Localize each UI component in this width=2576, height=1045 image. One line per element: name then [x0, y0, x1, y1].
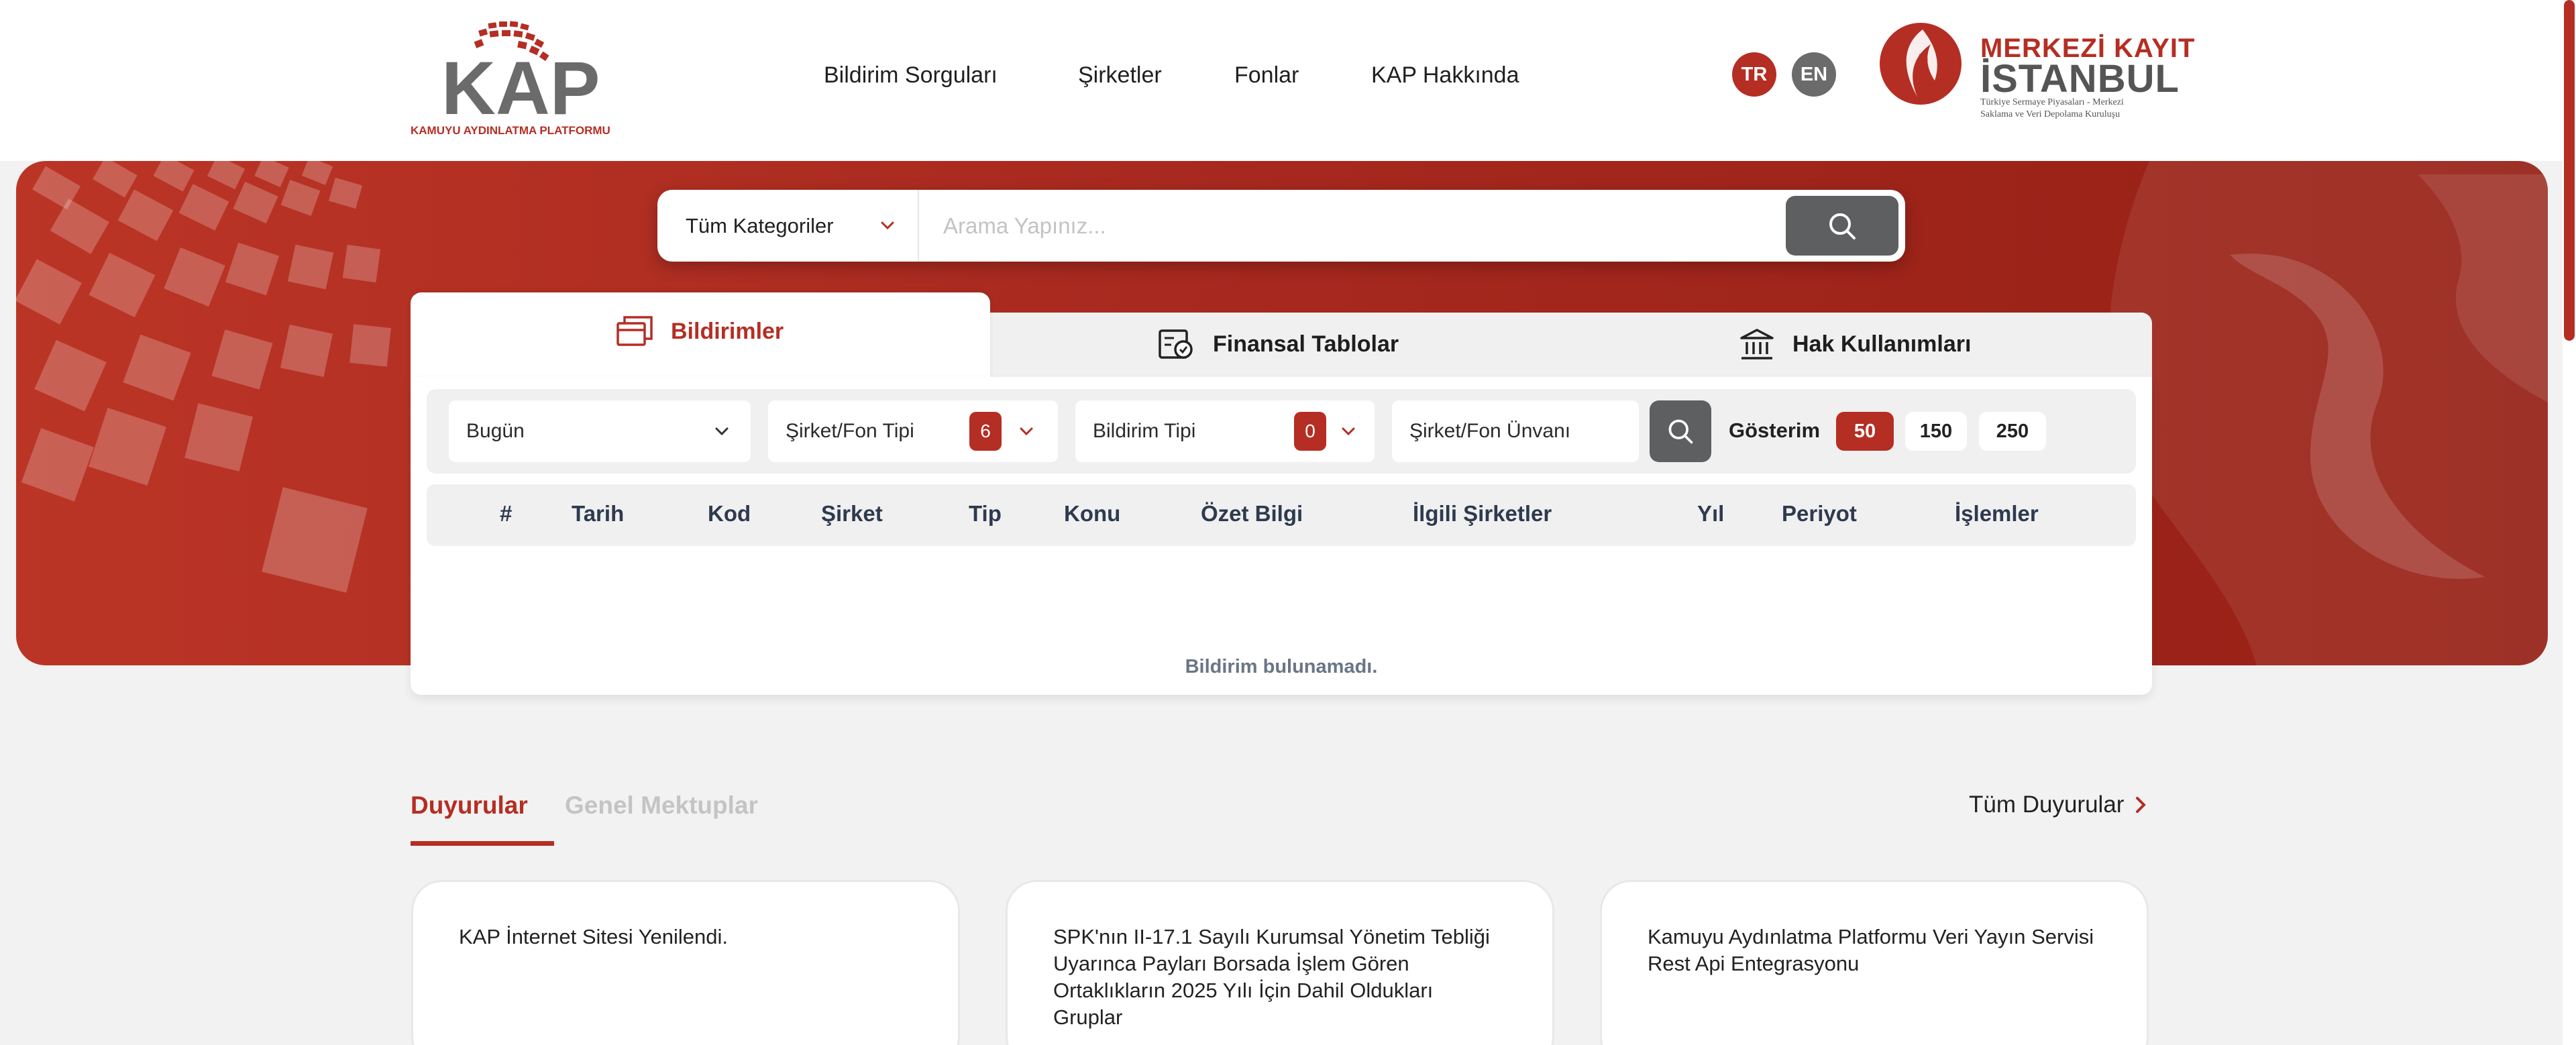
company-search-button[interactable] — [1650, 400, 1711, 462]
col-tarih[interactable]: Tarih — [572, 501, 624, 527]
mkk-line4: Saklama ve Veri Depolama Kuruluşu — [1980, 109, 2121, 119]
tab-finansal-tablolar-label: Finansal Tablolar — [1213, 331, 1399, 357]
date-filter-value: Bugün — [466, 420, 525, 442]
tab-bildirimler[interactable]: Bildirimler — [616, 315, 784, 347]
company-name-placeholder: Şirket/Fon Ünvanı — [1409, 420, 1571, 442]
page-size-50[interactable]: 50 — [1836, 412, 1894, 451]
nav-bildirim-sorgulari[interactable]: Bildirim Sorguları — [824, 56, 998, 94]
kap-logo[interactable]: KAP KAMUYU AYDINLATMA PLATFORMU — [409, 20, 614, 138]
search-icon — [1668, 419, 1693, 444]
tab-bildirimler-label: Bildirimler — [671, 318, 784, 344]
all-announcements-label: Tüm Duyurular — [1969, 791, 2125, 818]
company-type-count-badge: 6 — [969, 412, 1002, 451]
global-search-bar: Tüm Kategoriler — [657, 190, 1905, 262]
mkk-istanbul-logo[interactable]: MERKEZİ KAYIT İSTANBUL Türkiye Sermaye P… — [1878, 21, 2194, 129]
col-tip[interactable]: Tip — [969, 501, 1002, 527]
category-select-value: Tüm Kategoriler — [686, 213, 834, 237]
announcement-card[interactable]: SPK'nın II-17.1 Sayılı Kurumsal Yönetim … — [1006, 880, 1554, 1045]
nav-fonlar[interactable]: Fonlar — [1234, 56, 1299, 94]
announcement-card[interactable]: Kamuyu Aydınlatma Platformu Veri Yayın S… — [1600, 880, 2149, 1045]
col-ilgili-sirketler[interactable]: İlgili Şirketler — [1413, 501, 1552, 527]
company-name-field[interactable]: Şirket/Fon Ünvanı — [1392, 400, 1639, 462]
mkk-flame-icon — [1880, 23, 1962, 105]
col-yil[interactable]: Yıl — [1697, 501, 1724, 527]
window-icon — [616, 316, 653, 346]
active-tab-underline — [411, 841, 554, 846]
search-icon — [1829, 213, 1856, 239]
nav-sirketler[interactable]: Şirketler — [1078, 56, 1162, 94]
chevron-down-icon — [1020, 427, 1033, 436]
search-button[interactable] — [1786, 196, 1898, 256]
tab-hak-kullanimlari[interactable]: Hak Kullanımları — [1739, 327, 1971, 361]
kap-globe-icon: KAP KAMUYU AYDINLATMA PLATFORMU — [411, 21, 610, 137]
lang-en-button[interactable]: EN — [1792, 52, 1836, 97]
company-type-filter[interactable]: Şirket/Fon Tipi 6 — [768, 400, 1058, 462]
notice-type-label: Bildirim Tipi — [1093, 420, 1196, 442]
lang-tr-button[interactable]: TR — [1732, 52, 1776, 97]
svg-text:KAMUYU AYDINLATMA PLATFORMU: KAMUYU AYDINLATMA PLATFORMU — [411, 124, 610, 137]
page-size-250[interactable]: 250 — [1979, 412, 2046, 451]
col-islemler[interactable]: İşlemler — [1955, 501, 2039, 527]
chevron-down-icon — [881, 221, 894, 230]
date-filter-select[interactable]: Bugün — [449, 400, 751, 462]
nav-kap-hakkinda[interactable]: KAP Hakkında — [1371, 56, 1519, 94]
page-scrollbar-thumb[interactable] — [2564, 0, 2575, 341]
page-size-label: Gösterim — [1729, 419, 1821, 442]
col-ozet-bilgi[interactable]: Özet Bilgi — [1201, 501, 1303, 527]
search-input[interactable] — [920, 190, 1759, 262]
col-kod[interactable]: Kod — [708, 501, 751, 527]
col-periyot[interactable]: Periyot — [1782, 501, 1857, 527]
empty-table-message: Bildirim bulunamadı. — [1185, 656, 1378, 677]
all-announcements-link[interactable]: Tüm Duyurular — [1969, 791, 2148, 818]
notice-type-filter[interactable]: Bildirim Tipi 0 — [1075, 400, 1375, 462]
page-size-150[interactable]: 150 — [1905, 412, 1967, 451]
tab-finansal-tablolar[interactable]: Finansal Tablolar — [1158, 327, 1399, 361]
chevron-down-icon — [1342, 427, 1355, 436]
col-sirket[interactable]: Şirket — [821, 501, 883, 527]
company-type-label: Şirket/Fon Tipi — [786, 420, 914, 442]
tab-duyurular[interactable]: Duyurular — [411, 791, 528, 820]
financial-report-icon — [1159, 329, 1193, 359]
mkk-line3: Türkiye Sermaye Piyasaları - Merkezi — [1980, 97, 2124, 107]
notice-type-count-badge: 0 — [1294, 412, 1326, 451]
tab-hak-kullanimlari-label: Hak Kullanımları — [1792, 331, 1972, 357]
col-konu[interactable]: Konu — [1064, 501, 1120, 527]
announcement-title: KAP İnternet Sitesi Yenilendi. — [459, 925, 728, 948]
chevron-down-icon — [715, 427, 729, 436]
bank-icon — [1740, 329, 1774, 360]
announcement-title: SPK'nın II-17.1 Sayılı Kurumsal Yönetim … — [1053, 925, 1490, 1029]
tab-genel-mektuplar[interactable]: Genel Mektuplar — [565, 791, 758, 820]
announcement-card[interactable]: KAP İnternet Sitesi Yenilendi. — [411, 880, 960, 1045]
announcement-title: Kamuyu Aydınlatma Platformu Veri Yayın S… — [1648, 925, 2094, 975]
category-select[interactable]: Tüm Kategoriler — [657, 190, 919, 262]
chevron-right-icon — [2136, 797, 2147, 813]
mkk-line2: İSTANBUL — [1980, 57, 2180, 101]
col-index[interactable]: # — [500, 501, 512, 527]
svg-text:KAP: KAP — [441, 46, 600, 130]
